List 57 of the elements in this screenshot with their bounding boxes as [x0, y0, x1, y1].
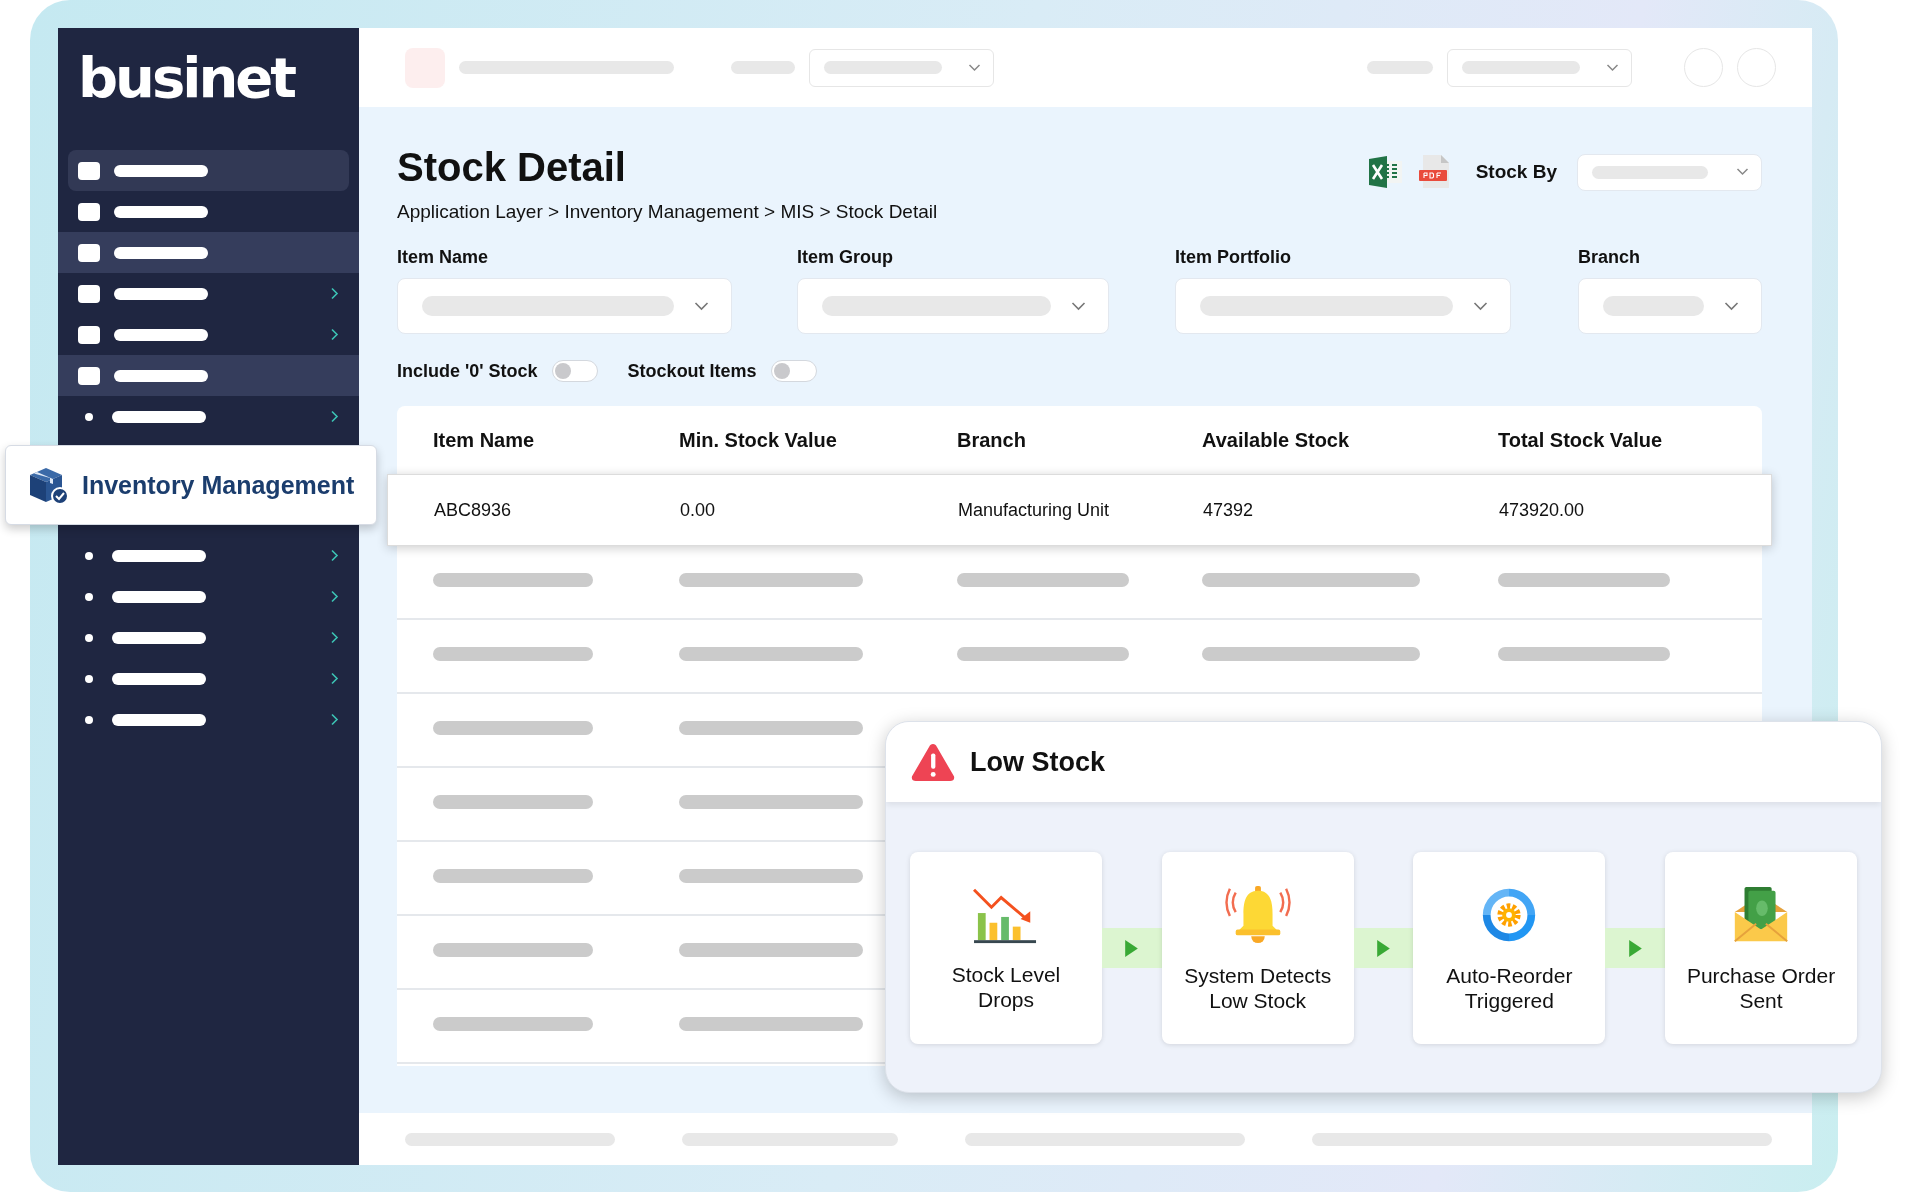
- table-row[interactable]: ABC8936 0.00 Manufacturing Unit 47392 473920.00: [387, 474, 1772, 546]
- menu-icon: [78, 243, 100, 262]
- logo: businet: [77, 44, 295, 112]
- step-label: Auto-Reorder Triggered: [1445, 962, 1574, 1014]
- chevron-down-icon: [1473, 301, 1488, 311]
- menu-icon: [78, 366, 100, 385]
- bullet-icon: [85, 715, 93, 724]
- excel-icon[interactable]: [1367, 154, 1404, 190]
- table-cell-text: ABC8936: [434, 499, 513, 521]
- toggle-switch[interactable]: [770, 360, 817, 382]
- step-label: Stock Level Drops: [950, 961, 1062, 1013]
- chevron-down-icon: [1606, 63, 1619, 72]
- bullet-icon: [85, 592, 93, 601]
- toggle-label: Stockout Items: [627, 360, 757, 382]
- column-header: Available Stock: [1202, 428, 1351, 452]
- table-cell-text: 0.00: [680, 499, 717, 521]
- table-cell-text: 47392: [1203, 499, 1255, 521]
- sidebar-item[interactable]: [58, 355, 359, 396]
- filter-label: Item Name: [397, 247, 490, 268]
- bullet-icon: [85, 633, 93, 642]
- page-title: Stock Detail: [397, 145, 627, 189]
- bullet-icon: [85, 551, 93, 560]
- inventory-management-callout[interactable]: Inventory Management: [5, 445, 377, 525]
- warning-icon: [910, 742, 956, 782]
- play-arrow-icon: [1124, 938, 1140, 958]
- chevron-down-icon: [694, 301, 709, 311]
- column-header: Branch: [957, 428, 1027, 452]
- column-header: Min. Stock Value: [679, 428, 838, 452]
- play-arrow-icon: [1627, 938, 1643, 958]
- chevron-down-icon: [968, 63, 981, 72]
- menu-icon: [78, 161, 100, 180]
- chevron-down-icon: [1071, 301, 1086, 311]
- chevron-down-icon: [1736, 168, 1749, 176]
- menu-icon: [78, 202, 100, 221]
- filter-label: Item Group: [797, 247, 894, 268]
- bullet-icon: [85, 674, 93, 683]
- play-arrow-icon: [1376, 938, 1391, 958]
- sidebar-item[interactable]: [68, 150, 349, 191]
- filter-label: Branch: [1578, 247, 1641, 268]
- column-header: Item Name: [433, 428, 536, 452]
- toggle-switch[interactable]: [551, 360, 598, 382]
- breadcrumb: Application Layer > Inventory Management > MIS > Stock Detail: [397, 201, 938, 223]
- menu-icon: [78, 325, 100, 344]
- pdf-icon[interactable]: [1417, 153, 1452, 191]
- step-label: Purchase Order Sent: [1685, 962, 1837, 1014]
- stock-by-label: Stock By: [1475, 161, 1557, 183]
- filter-label: Item Portfolio: [1175, 247, 1292, 268]
- chevron-down-icon: [1724, 301, 1739, 311]
- sidebar-item[interactable]: [58, 232, 359, 273]
- menu-icon: [78, 284, 100, 303]
- bullet-icon: [85, 412, 93, 421]
- table-cell-text: 473920.00: [1499, 499, 1586, 521]
- popup-title: Low Stock: [970, 746, 1105, 778]
- step-label: System Detects Low Stock: [1183, 962, 1333, 1014]
- column-header: Total Stock Value: [1498, 428, 1664, 452]
- table-cell-text: Manufacturing Unit: [958, 499, 1111, 521]
- toggle-label: Include '0' Stock: [397, 360, 538, 382]
